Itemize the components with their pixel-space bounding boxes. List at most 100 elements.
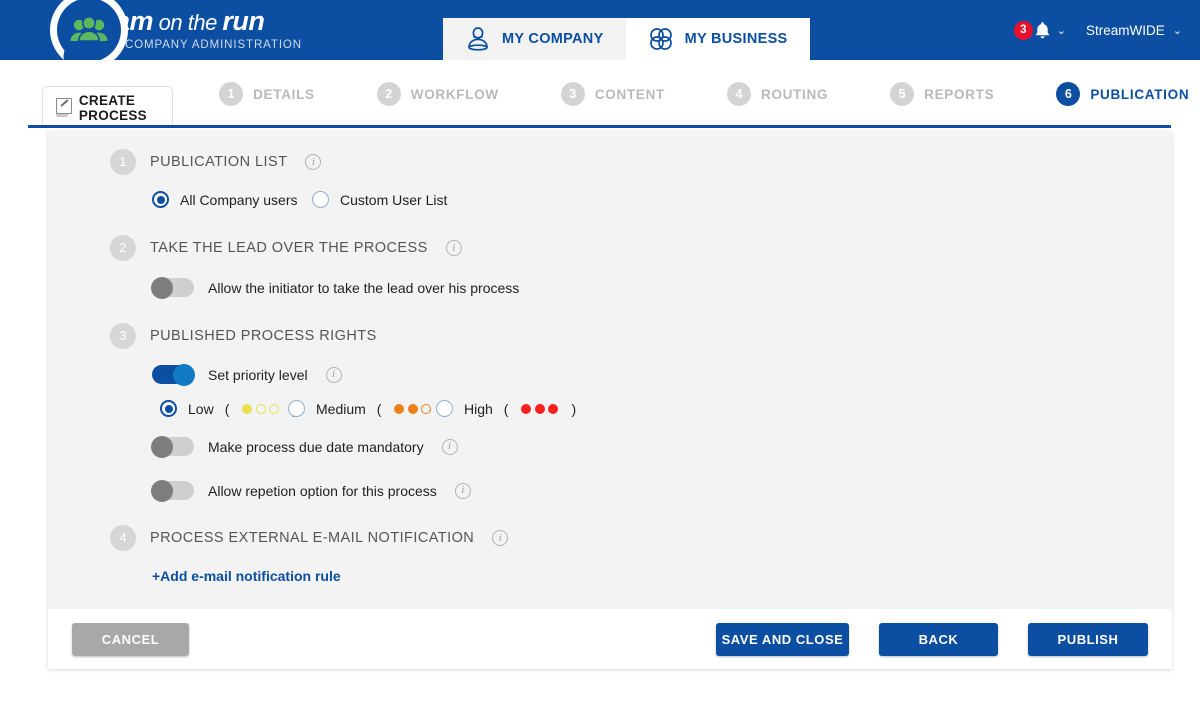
step-item-workflow[interactable]: 2 WORKFLOW — [376, 82, 499, 106]
create-process-chip[interactable]: CREATE PROCESS — [42, 86, 174, 128]
nav-tab-my-company-label: MY COMPANY — [502, 31, 604, 47]
notifications-button[interactable]: 3 ⌄ — [1013, 20, 1067, 40]
cancel-button[interactable]: CANCEL — [72, 622, 189, 656]
info-icon[interactable]: i — [441, 438, 458, 455]
radio-label: High — [464, 400, 493, 417]
process-step-bar: CREATE PROCESS 1 DETAILS 2 WORKFLOW 3 CO… — [0, 60, 1200, 128]
step-item-details[interactable]: 1 DETAILS — [219, 82, 315, 106]
card-footer: CANCEL SAVE AND CLOSE BACK PUBLISH — [48, 609, 1172, 669]
user-name-label: StreamWIDE — [1086, 22, 1165, 38]
section-title: TAKE THE LEAD OVER THE PROCESS — [150, 240, 428, 256]
group-users-icon-svg — [70, 16, 108, 42]
section-title: PUBLICATION LIST — [150, 154, 288, 170]
nav-tab-my-business[interactable]: MY BUSINESS — [625, 18, 810, 60]
priority-dot — [521, 403, 532, 414]
step-label: CONTENT — [594, 86, 665, 102]
nav-tab-my-business-label: MY BUSINESS — [684, 31, 788, 47]
section-number: 4 — [110, 525, 136, 551]
step-label: REPORTS — [924, 86, 995, 102]
section-number: 2 — [110, 235, 136, 261]
info-icon[interactable]: i — [305, 154, 322, 170]
section-take-lead: 2 TAKE THE LEAD OVER THE PROCESS i Allow… — [48, 235, 1172, 299]
radio-indicator[interactable] — [160, 400, 177, 417]
step-item-routing[interactable]: 4 ROUTING — [727, 82, 828, 106]
notifications-chevron-down-icon: ⌄ — [1056, 24, 1067, 37]
save-and-close-button[interactable]: SAVE AND CLOSE — [716, 622, 849, 656]
radio-label: Low — [188, 400, 214, 417]
step-label: ROUTING — [761, 86, 829, 102]
back-button[interactable]: BACK — [879, 622, 998, 656]
take-lead-toggle-row: Allow the initiator to take the lead ove… — [110, 276, 1172, 299]
step-number: 4 — [727, 82, 751, 106]
toggle-due-date-mandatory[interactable] — [151, 435, 194, 458]
group-users-icon — [57, 0, 121, 62]
brand-logo — [50, 0, 128, 69]
set-priority-toggle-row: Set priority level i — [110, 363, 1172, 386]
section-header: 4 PROCESS EXTERNAL E-MAIL NOTIFICATION i — [110, 525, 1172, 551]
brand-title-part2: on the — [153, 10, 223, 36]
section-published-process-rights: 3 PUBLISHED PROCESS RIGHTS Set priority … — [48, 323, 1172, 502]
info-icon[interactable]: i — [445, 240, 462, 256]
step-label: WORKFLOW — [410, 86, 499, 102]
toggle-set-priority-level[interactable] — [152, 363, 195, 386]
section-number: 3 — [110, 323, 136, 349]
main-nav-tabs: MY COMPANY MY BUSINESS — [443, 18, 810, 60]
radio-indicator[interactable] — [436, 400, 453, 417]
publication-card: 1 PUBLICATION LIST i All Company users C… — [48, 131, 1172, 669]
radio-indicator[interactable] — [312, 191, 329, 208]
priority-dot — [548, 403, 559, 414]
app-header: team on the run WEB COMPANY ADMINISTRATI… — [0, 0, 1200, 69]
priority-dots-low — [242, 403, 280, 414]
company-people-icon — [468, 27, 488, 51]
radio-custom-user-list[interactable]: Custom User List — [312, 191, 447, 208]
priority-dot — [242, 403, 253, 414]
radio-all-company-users[interactable]: All Company users — [152, 191, 312, 208]
priority-dot — [255, 403, 266, 414]
section-number: 1 — [110, 149, 136, 175]
step-label: PUBLICATION — [1090, 86, 1190, 102]
notification-count-badge: 3 — [1013, 20, 1033, 40]
publication-list-options: All Company users Custom User List — [110, 191, 1172, 208]
radio-label: All Company users — [180, 191, 298, 208]
info-icon[interactable]: i — [325, 366, 342, 383]
header-right-controls: 3 ⌄ StreamWIDE ⌄ — [1013, 0, 1182, 60]
section-header: 2 TAKE THE LEAD OVER THE PROCESS i — [110, 235, 1172, 261]
priority-dot — [269, 403, 280, 414]
repetition-toggle-row: Allow repetion option for this process i — [110, 479, 1172, 502]
brand-title-part3: run — [222, 6, 265, 37]
step-item-publication[interactable]: 6 PUBLICATION — [1056, 82, 1189, 106]
section-title: PROCESS EXTERNAL E-MAIL NOTIFICATION — [150, 530, 475, 546]
priority-dots-medium — [394, 403, 432, 414]
bell-icon — [1035, 21, 1050, 38]
priority-dot — [394, 403, 405, 414]
priority-dot — [407, 403, 418, 414]
info-icon[interactable]: i — [492, 530, 509, 546]
due-date-toggle-row: Make process due date mandatory i — [110, 435, 1172, 458]
publish-button[interactable]: PUBLISH — [1028, 622, 1148, 656]
radio-indicator[interactable] — [288, 400, 305, 417]
step-number: 5 — [890, 82, 915, 106]
toggle-label: Allow the initiator to take the lead ove… — [208, 279, 520, 296]
toggle-label: Set priority level — [208, 366, 308, 383]
toggle-allow-initiator-take-lead[interactable] — [151, 276, 194, 299]
step-label: DETAILS — [253, 86, 315, 102]
radio-indicator[interactable] — [152, 191, 169, 208]
section-header: 3 PUBLISHED PROCESS RIGHTS — [110, 323, 1172, 349]
user-menu[interactable]: StreamWIDE ⌄ — [1086, 23, 1182, 38]
priority-level-options: Low ( ) Medium ( ) High ( ) — [110, 400, 1172, 417]
priority-dots-high — [521, 403, 559, 414]
info-icon[interactable]: i — [454, 482, 471, 499]
active-step-notch — [1011, 116, 1029, 125]
add-email-notification-rule-link[interactable]: +Add e-mail notification rule — [110, 568, 1172, 584]
create-process-label: CREATE PROCESS — [78, 92, 147, 123]
step-item-content[interactable]: 3 CONTENT — [560, 82, 665, 106]
toggle-label: Make process due date mandatory — [208, 438, 424, 455]
toggle-allow-repetition[interactable] — [151, 479, 194, 502]
radio-label: Medium — [316, 400, 366, 417]
nav-tab-my-company[interactable]: MY COMPANY — [443, 18, 626, 60]
radio-priority-low[interactable]: Low ( ) — [160, 400, 297, 417]
radio-priority-medium[interactable]: Medium ( ) — [288, 400, 449, 417]
radio-priority-high[interactable]: High ( ) — [436, 400, 576, 417]
section-title: PUBLISHED PROCESS RIGHTS — [150, 328, 377, 344]
step-item-reports[interactable]: 5 REPORTS — [890, 82, 994, 106]
